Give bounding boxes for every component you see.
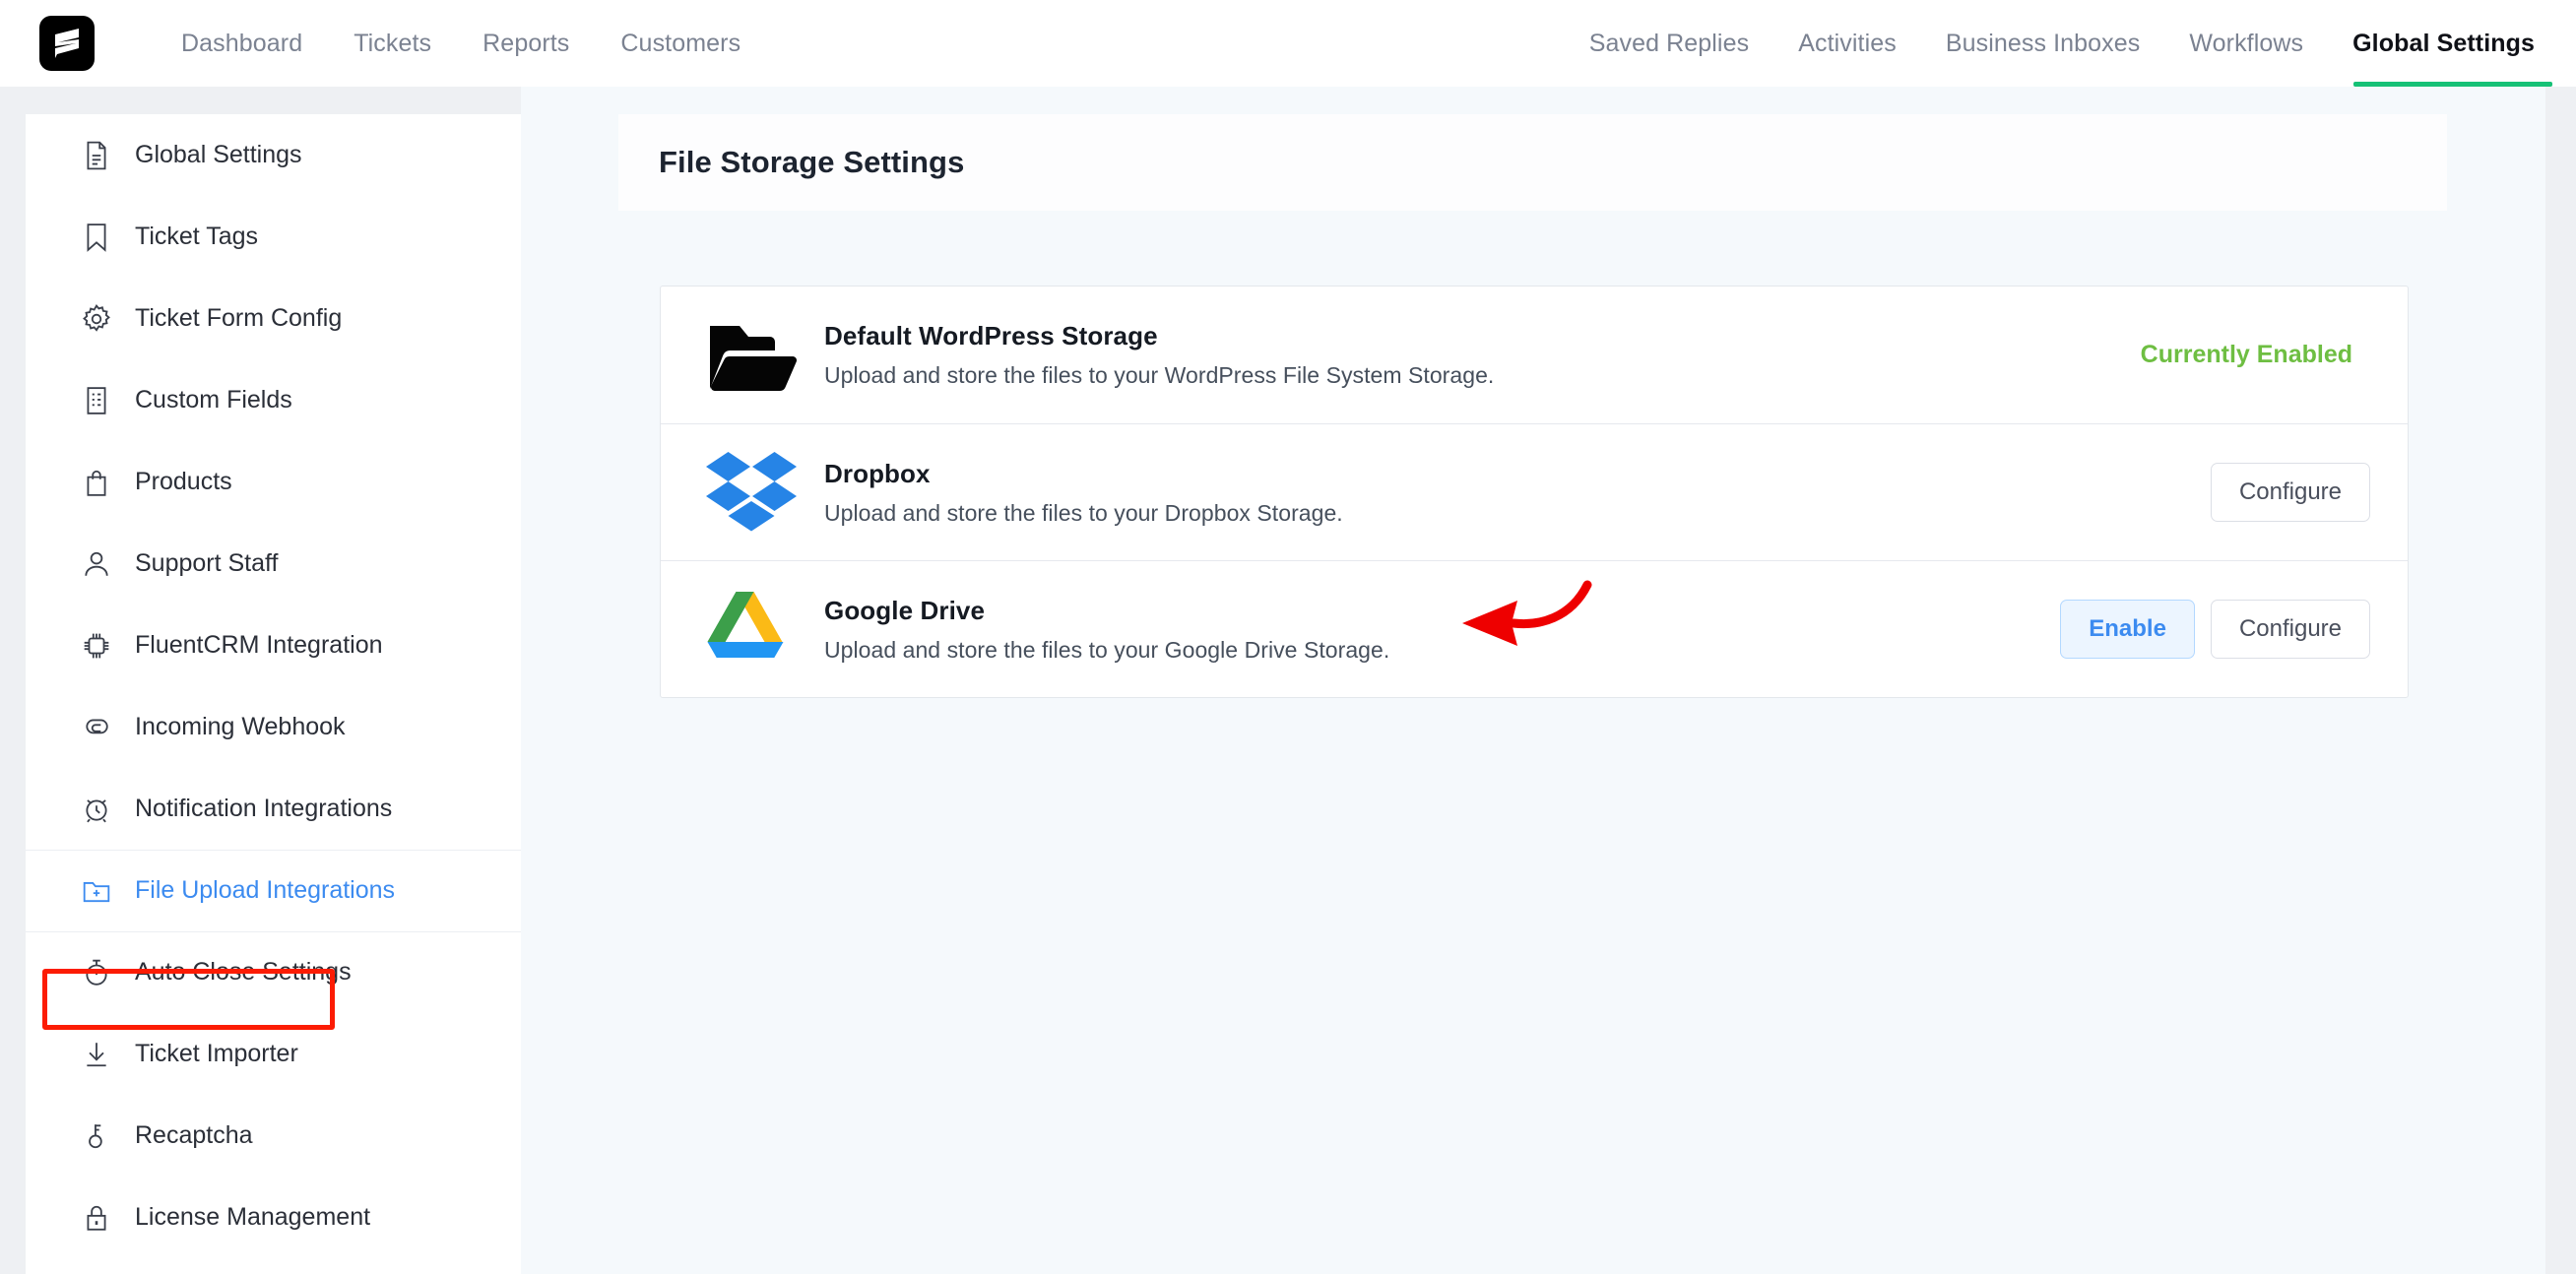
sidebar-item-incoming-webhook[interactable]: Incoming Webhook: [26, 686, 521, 768]
list-document-icon: [80, 384, 113, 417]
dropbox-logo-icon: [700, 445, 803, 540]
storage-providers-card: Default WordPress Storage Upload and sto…: [660, 286, 2409, 698]
nav-item-customers[interactable]: Customers: [595, 0, 766, 87]
sidebar-item-label: Recaptcha: [135, 1121, 253, 1149]
sidebar-item-label: Auto Close Settings: [135, 958, 352, 986]
storage-row-dropbox: Dropbox Upload and store the files to yo…: [661, 423, 2408, 560]
shopping-bag-icon: [80, 466, 113, 499]
nav-item-tickets[interactable]: Tickets: [328, 0, 457, 87]
sidebar-item-auto-close-settings[interactable]: Auto Close Settings: [26, 931, 521, 1013]
primary-nav-right: Saved Replies Activities Business Inboxe…: [1565, 0, 2576, 87]
nav-item-global-settings[interactable]: Global Settings: [2328, 0, 2576, 87]
settings-sidebar: Global Settings Ticket Tags Ticket Form …: [26, 114, 521, 1274]
storage-actions: Configure: [2210, 463, 2370, 522]
sidebar-item-label: Incoming Webhook: [135, 713, 346, 740]
sidebar-item-license-management[interactable]: License Management: [26, 1177, 521, 1258]
sidebar-item-ticket-importer[interactable]: Ticket Importer: [26, 1013, 521, 1095]
nav-item-reports[interactable]: Reports: [457, 0, 595, 87]
storage-name: Default WordPress Storage: [824, 321, 1158, 350]
sidebar-item-custom-fields[interactable]: Custom Fields: [26, 359, 521, 441]
sidebar-item-notification-integrations[interactable]: Notification Integrations: [26, 768, 521, 850]
sidebar-item-label: License Management: [135, 1203, 371, 1231]
gear-icon: [80, 302, 113, 336]
storage-actions: Enable Configure: [2060, 600, 2370, 659]
storage-row-default-wordpress: Default WordPress Storage Upload and sto…: [661, 287, 2408, 423]
bookmark-icon: [80, 221, 113, 254]
sidebar-item-label: Ticket Tags: [135, 223, 259, 250]
folder-plus-icon: [80, 874, 113, 908]
sidebar-item-fluentcrm-integration[interactable]: FluentCRM Integration: [26, 605, 521, 686]
status-badge-currently-enabled: Currently Enabled: [2140, 341, 2352, 368]
lock-icon: [80, 1201, 113, 1235]
download-icon: [80, 1038, 113, 1071]
storage-name: Google Drive: [824, 595, 986, 625]
configure-button-google-drive[interactable]: Configure: [2210, 600, 2370, 659]
folder-open-black-icon: [700, 308, 803, 403]
timer-icon: [80, 956, 113, 989]
nav-item-dashboard[interactable]: Dashboard: [156, 0, 328, 87]
sidebar-item-label: Global Settings: [135, 141, 302, 168]
sidebar-item-label: FluentCRM Integration: [135, 631, 383, 659]
storage-text-block: Dropbox Upload and store the files to yo…: [824, 459, 2211, 527]
storage-name: Dropbox: [824, 458, 931, 488]
storage-description: Upload and store the files to your Googl…: [824, 636, 1390, 663]
chip-icon: [80, 629, 113, 663]
nav-item-activities[interactable]: Activities: [1773, 0, 1921, 87]
alarm-clock-icon: [80, 793, 113, 826]
sidebar-item-label: Ticket Importer: [135, 1040, 298, 1067]
storage-description: Upload and store the files to your Dropb…: [824, 499, 1343, 526]
google-drive-logo-icon: [700, 582, 803, 676]
configure-button-dropbox[interactable]: Configure: [2210, 463, 2370, 522]
sidebar-item-label: Notification Integrations: [135, 795, 393, 822]
sidebar-item-label: Products: [135, 468, 232, 495]
sidebar-item-products[interactable]: Products: [26, 441, 521, 523]
page-title-band: File Storage Settings: [618, 114, 2447, 211]
sidebar-item-file-upload-integrations[interactable]: File Upload Integrations: [26, 850, 521, 931]
sidebar-item-ticket-tags[interactable]: Ticket Tags: [26, 196, 521, 278]
sidebar-item-label: Custom Fields: [135, 386, 292, 414]
key-icon: [80, 1119, 113, 1153]
webhook-icon: [80, 711, 113, 744]
sidebar-item-global-settings[interactable]: Global Settings: [26, 114, 521, 196]
sidebar-item-recaptcha[interactable]: Recaptcha: [26, 1095, 521, 1177]
storage-text-block: Default WordPress Storage Upload and sto…: [824, 321, 2141, 389]
main-content: File Storage Settings Default WordPress …: [521, 87, 2545, 1274]
page-title: File Storage Settings: [659, 145, 965, 179]
enable-button-google-drive[interactable]: Enable: [2060, 600, 2195, 659]
sidebar-item-support-staff[interactable]: Support Staff: [26, 523, 521, 605]
sidebar-item-label: Ticket Form Config: [135, 304, 343, 332]
primary-nav-left: Dashboard Tickets Reports Customers: [156, 0, 766, 87]
top-header: Dashboard Tickets Reports Customers Save…: [0, 0, 2576, 87]
fluent-support-logo-icon[interactable]: [39, 16, 95, 71]
storage-description: Upload and store the files to your WordP…: [824, 362, 1495, 388]
sidebar-item-label: Support Staff: [135, 549, 279, 577]
sidebar-item-label: File Upload Integrations: [135, 876, 396, 904]
user-icon: [80, 547, 113, 581]
sidebar-item-ticket-form-config[interactable]: Ticket Form Config: [26, 278, 521, 359]
page-body: Global Settings Ticket Tags Ticket Form …: [0, 87, 2576, 1274]
nav-item-business-inboxes[interactable]: Business Inboxes: [1921, 0, 2165, 87]
storage-text-block: Google Drive Upload and store the files …: [824, 596, 2060, 664]
nav-item-workflows[interactable]: Workflows: [2164, 0, 2328, 87]
nav-item-saved-replies[interactable]: Saved Replies: [1565, 0, 1774, 87]
storage-actions: Currently Enabled: [2141, 341, 2370, 369]
document-icon: [80, 139, 113, 172]
storage-row-google-drive: Google Drive Upload and store the files …: [661, 560, 2408, 697]
